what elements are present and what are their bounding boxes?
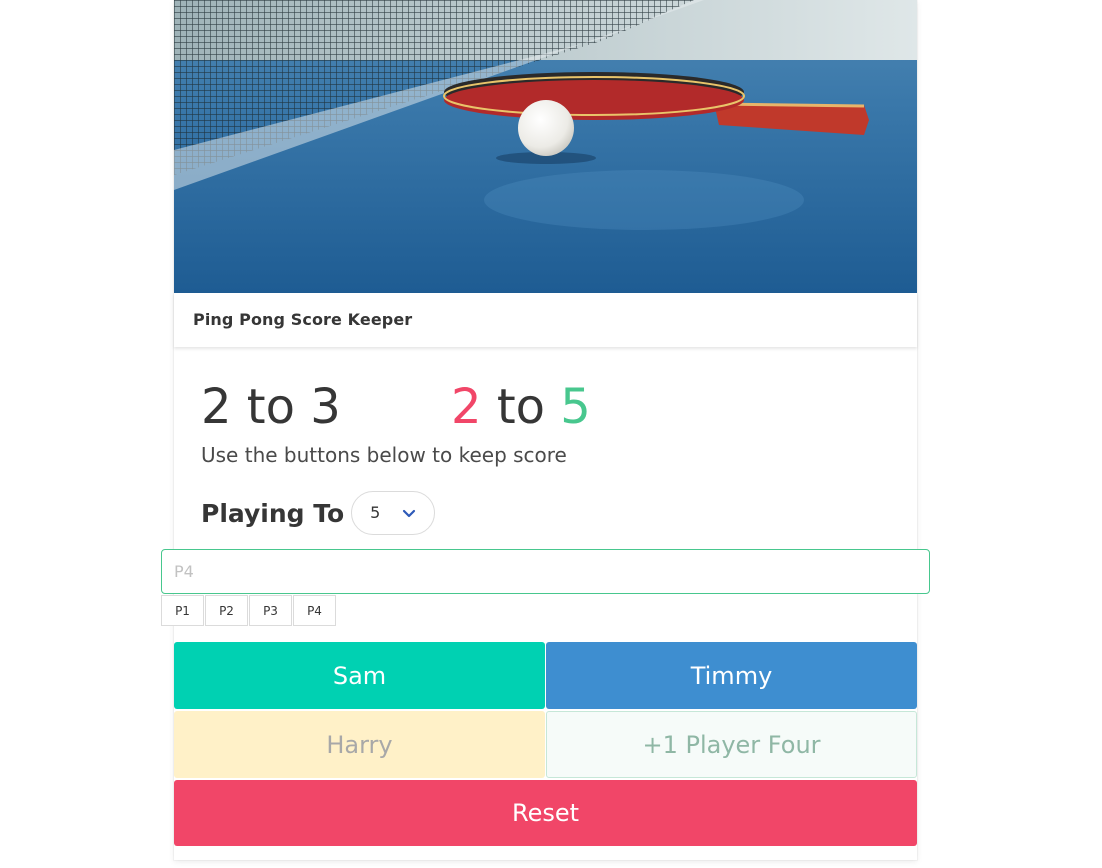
playing-to-label: Playing To bbox=[201, 498, 345, 528]
player-name-input[interactable] bbox=[161, 549, 930, 594]
score-summary: 2 to 3 bbox=[201, 379, 341, 435]
chevron-down-icon bbox=[402, 506, 416, 525]
player-two-button[interactable]: Timmy bbox=[546, 642, 917, 709]
player-one-button[interactable]: Sam bbox=[174, 642, 545, 709]
score-separator: to bbox=[496, 379, 545, 435]
page-title: Ping Pong Score Keeper bbox=[193, 310, 413, 329]
tab-p4[interactable]: P4 bbox=[293, 595, 336, 626]
scores-row: 2 to 3 2 to 5 bbox=[201, 377, 591, 437]
playing-to-select[interactable]: 5 bbox=[351, 491, 436, 535]
instructions-text: Use the buttons below to keep score bbox=[201, 443, 567, 467]
player-four-button[interactable]: +1 Player Four bbox=[546, 711, 917, 778]
playing-to-row: Playing To 5 bbox=[201, 490, 436, 536]
ping-pong-hero-image bbox=[174, 0, 917, 293]
player-one-score: 2 bbox=[451, 379, 482, 435]
player-tabs: P1 P2 P3 P4 bbox=[161, 595, 337, 626]
reset-button[interactable]: Reset bbox=[174, 780, 917, 846]
playing-to-value: 5 bbox=[370, 503, 381, 522]
player-two-score: 5 bbox=[560, 379, 591, 435]
player-three-button[interactable]: Harry bbox=[174, 711, 545, 778]
card-header: Ping Pong Score Keeper bbox=[174, 293, 917, 347]
tab-p1[interactable]: P1 bbox=[161, 595, 204, 626]
tab-p3[interactable]: P3 bbox=[249, 595, 292, 626]
tab-p2[interactable]: P2 bbox=[205, 595, 248, 626]
